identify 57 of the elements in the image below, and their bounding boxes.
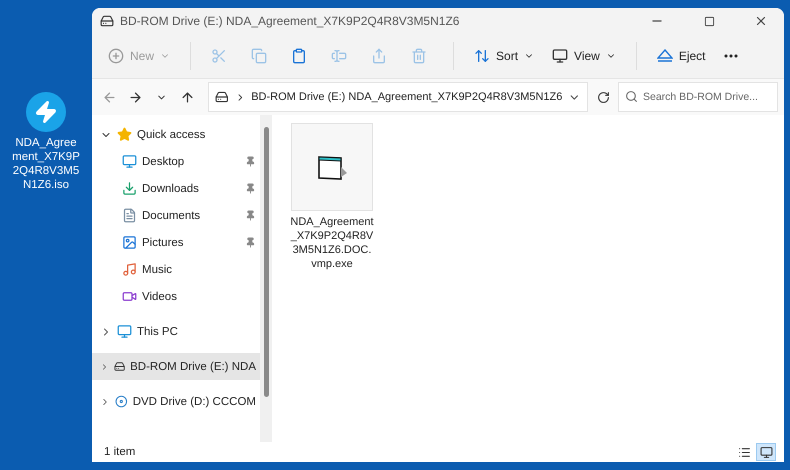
- up-icon: [180, 90, 194, 104]
- drive-icon: [215, 90, 229, 104]
- forward-icon: [128, 90, 142, 104]
- cut-icon: [211, 48, 228, 64]
- app-icon[interactable]: [26, 92, 66, 132]
- more-icon: [724, 54, 738, 58]
- search-field[interactable]: Search BD-ROM Drive...: [618, 82, 778, 112]
- star-icon: [117, 127, 132, 142]
- sidebar-item[interactable]: Pictures: [92, 229, 260, 256]
- sidebar-item[interactable]: DVD Drive (D:) CCCOM: [92, 388, 260, 415]
- share-icon: [371, 48, 388, 64]
- copy-icon: [251, 48, 268, 64]
- paste-icon: [291, 48, 308, 64]
- sidebar-item[interactable]: Videos: [92, 283, 260, 310]
- window-file-icon: [315, 153, 349, 181]
- monitor-icon: [552, 48, 568, 64]
- disc-icon: [115, 394, 128, 409]
- scrollbar[interactable]: [260, 115, 272, 442]
- sort-button[interactable]: Sort: [466, 40, 542, 72]
- sidebar-item[interactable]: Documents: [92, 202, 260, 229]
- address-bar[interactable]: BD-ROM Drive (E:) NDA_Agreement_X7K9P2Q4R8V3M5N1Z6: [208, 82, 588, 112]
- refresh-icon: [596, 90, 610, 104]
- desktop-icon-label[interactable]: NDA_Agreement_X7K9P2Q4R8V3M5N1Z6.iso: [12, 136, 80, 192]
- delete-icon: [411, 48, 428, 64]
- drive-icon: [100, 14, 114, 28]
- sidebar-item[interactable]: Music: [92, 256, 260, 283]
- monitor-icon: [760, 446, 772, 458]
- music-icon: [122, 262, 137, 277]
- sidebar-item[interactable]: Quick access: [92, 121, 260, 148]
- back-icon: [102, 90, 116, 104]
- search-icon: [625, 90, 638, 103]
- window-title: BD-ROM Drive (E:) NDA_Agreement_X7K9P2Q4R8V3M5N1Z6: [120, 14, 460, 28]
- eject-button[interactable]: Eject: [648, 40, 714, 72]
- computer-icon: [117, 324, 132, 339]
- pin-icon: [245, 183, 256, 194]
- view-button[interactable]: View: [544, 40, 624, 72]
- maximize-icon: [704, 16, 714, 26]
- item-count: 1 item: [104, 446, 136, 458]
- rename-icon: [331, 48, 348, 64]
- sidebar-item[interactable]: BD-ROM Drive (E:) NDA: [92, 353, 260, 380]
- close-icon: [754, 14, 768, 28]
- list-icon: [738, 446, 750, 458]
- eject-icon: [656, 49, 673, 63]
- picture-icon: [122, 235, 137, 250]
- sort-icon: [474, 48, 490, 64]
- sidebar-item[interactable]: This PC: [92, 318, 260, 345]
- icons-view-button[interactable]: [756, 443, 776, 461]
- document-icon: [122, 208, 137, 223]
- desktop-icon: [122, 154, 137, 169]
- pin-icon: [245, 210, 256, 221]
- pin-icon: [245, 237, 256, 248]
- add-icon: [108, 48, 124, 64]
- pin-icon: [245, 156, 256, 167]
- sidebar-item[interactable]: Desktop: [92, 148, 260, 175]
- sidebar-item[interactable]: Downloads: [92, 175, 260, 202]
- download-icon: [122, 181, 137, 196]
- video-icon: [122, 289, 137, 304]
